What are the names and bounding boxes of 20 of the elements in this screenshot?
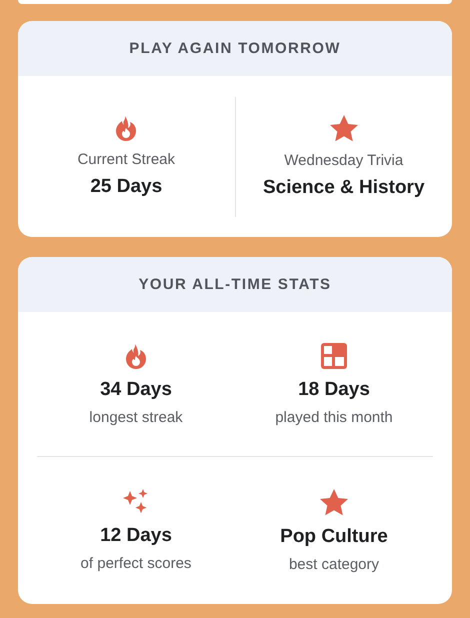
stat-value: 25 Days (90, 176, 162, 198)
stat-value: 12 Days (100, 525, 172, 547)
grid-icon (321, 342, 347, 368)
section-title: YOUR ALL-TIME STATS (138, 276, 332, 293)
section-title: PLAY AGAIN TOMORROW (129, 40, 341, 57)
stat-value: Science & History (262, 177, 425, 199)
star-icon (328, 114, 359, 142)
flame-icon (124, 342, 148, 368)
stat-label: Wednesday Trivia (284, 152, 404, 169)
stat-value: 34 Days (100, 378, 172, 400)
stat-label: played this month (275, 408, 393, 426)
flame-icon (114, 115, 138, 141)
stat-label: Current Streak (77, 151, 176, 168)
stat-label: of perfect scores (80, 555, 192, 572)
stat-label: longest streak (89, 408, 183, 426)
stat-value: Pop Culture (280, 526, 388, 548)
star-icon (319, 488, 349, 516)
stat-value: 18 Days (298, 378, 370, 400)
stat-label: best category (288, 556, 380, 573)
sparkles-icon (123, 489, 149, 515)
